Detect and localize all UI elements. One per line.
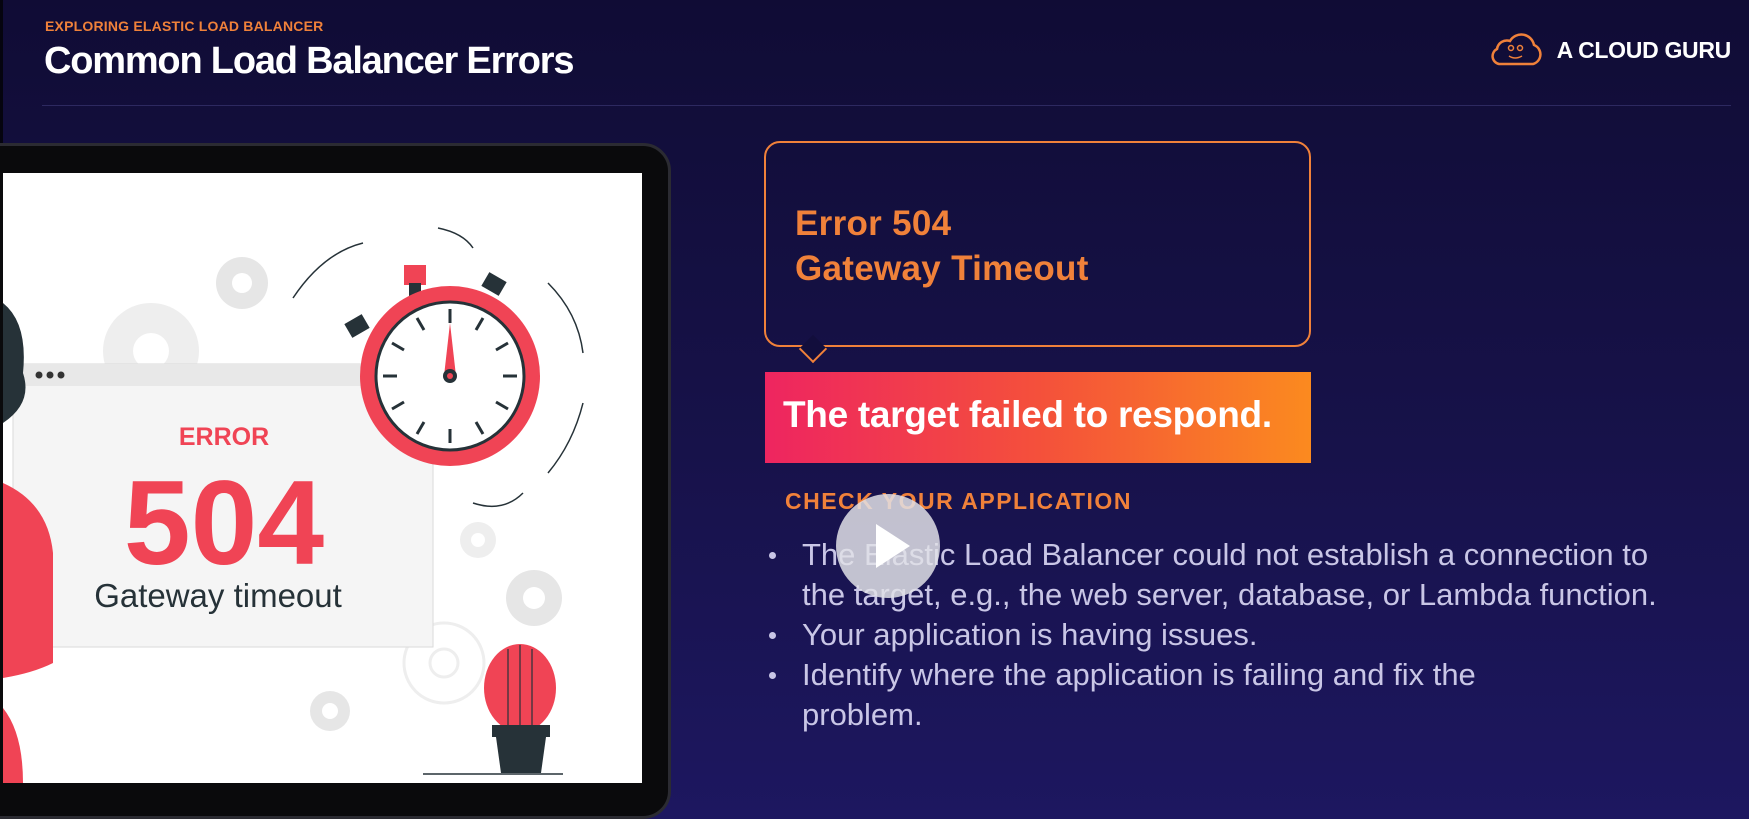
section-kicker: EXPLORING ELASTIC LOAD BALANCER — [45, 18, 324, 34]
error-callout-code: Error 504 — [795, 204, 952, 243]
play-button[interactable] — [836, 494, 940, 598]
header-divider — [42, 105, 1731, 106]
error-text: Gateway timeout — [94, 577, 342, 614]
section-heading: CHECK YOUR APPLICATION — [785, 488, 1132, 514]
error-callout — [764, 141, 1311, 347]
brand-name: A CLOUD GURU — [1556, 36, 1732, 63]
cloud-icon — [1490, 33, 1542, 66]
slide-title: Common Load Balancer Errors — [44, 40, 574, 82]
cactus-icon — [423, 644, 563, 775]
error-illustration: ERROR 504 Gateway timeout — [3, 227, 584, 783]
gear-icon — [506, 570, 562, 626]
brand: A CLOUD GURU — [1487, 32, 1731, 68]
error-code: 504 — [124, 456, 324, 590]
laptop-screen: ERROR 504 Gateway timeout — [3, 173, 642, 783]
failure-banner-text: The target failed to respond. — [783, 394, 1272, 435]
play-icon — [876, 524, 910, 568]
gear-icon — [216, 257, 268, 309]
gear-icon — [460, 522, 496, 558]
gear-icon — [310, 691, 350, 731]
failure-banner: The target failed to respond. — [765, 372, 1311, 463]
error-callout-name: Gateway Timeout — [795, 249, 1089, 288]
error-label: ERROR — [179, 423, 269, 451]
list-item: Your application is having issues. — [765, 615, 1665, 655]
list-item: Identify where the application is failin… — [765, 655, 1585, 735]
